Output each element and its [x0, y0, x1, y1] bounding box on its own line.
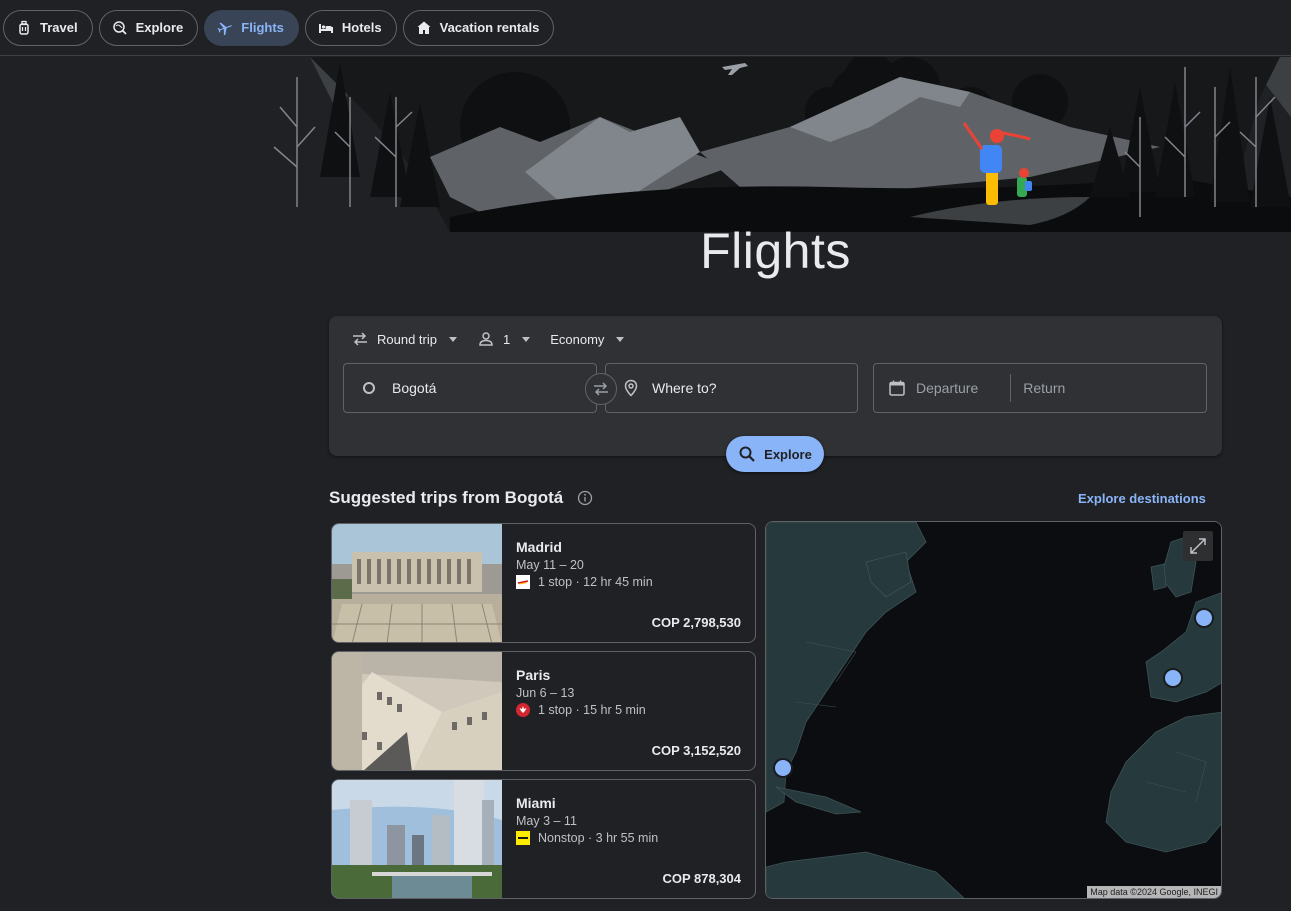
- map-pin-paris[interactable]: [1194, 608, 1214, 628]
- explore-button[interactable]: Explore: [726, 436, 824, 472]
- person-icon: [479, 332, 493, 346]
- nav-chip-vacation-rentals[interactable]: Vacation rentals: [402, 9, 555, 46]
- map-expand-button[interactable]: [1183, 531, 1213, 561]
- nav-chip-label: Vacation rentals: [439, 20, 540, 35]
- trip-city: Madrid: [516, 539, 562, 555]
- destination-photo: [332, 780, 502, 898]
- trip-flight-info: Nonstop · 3 hr 55 min: [516, 831, 755, 845]
- destination-photo: [332, 524, 502, 642]
- trip-city: Miami: [516, 795, 556, 811]
- nav-chip-hotels[interactable]: Hotels: [304, 9, 397, 46]
- expand-icon: [1190, 538, 1206, 554]
- cabin-class-select[interactable]: Economy: [550, 328, 625, 350]
- air-canada-logo-icon: [516, 703, 530, 717]
- departure-field[interactable]: Departure: [874, 364, 978, 412]
- top-navigation: Travel Explore Flights Hotels Vacation r…: [0, 0, 1291, 56]
- date-divider: [1010, 374, 1012, 402]
- house-icon: [417, 21, 431, 34]
- section-title-text: Suggested trips from Bogotá: [329, 488, 564, 507]
- trip-price: COP 878,304: [662, 871, 741, 886]
- nav-chip-label: Hotels: [341, 20, 382, 35]
- explore-button-label: Explore: [764, 446, 812, 462]
- map-pin-madrid[interactable]: [1163, 668, 1183, 688]
- travel-bag-icon: [19, 20, 29, 35]
- suggested-trips-heading: Suggested trips from Bogotá: [329, 488, 593, 508]
- bed-icon: [318, 23, 333, 33]
- calendar-icon: [889, 380, 905, 396]
- nav-chip-flights[interactable]: Flights: [204, 9, 299, 46]
- map-credit: Map data ©2024 Google, INEGI: [1087, 886, 1221, 898]
- info-icon[interactable]: [577, 490, 593, 506]
- explore-globe-icon: [112, 20, 127, 35]
- spirit-logo-icon: [516, 831, 530, 845]
- page-title: Flights: [700, 223, 851, 279]
- trip-price: COP 3,152,520: [651, 743, 741, 758]
- chevron-down-icon: [448, 336, 457, 342]
- origin-circle-icon: [363, 382, 375, 394]
- hero-illustration: [270, 57, 1291, 232]
- destination-placeholder: Where to?: [652, 380, 717, 396]
- trip-info: Madrid May 11 – 20 1 stop · 12 hr 45 min…: [502, 524, 755, 642]
- iberia-logo-icon: [516, 575, 530, 589]
- destinations-map[interactable]: Map data ©2024 Google, INEGI: [765, 521, 1222, 899]
- trip-type-value: Round trip: [377, 331, 437, 347]
- search-icon: [739, 446, 755, 462]
- trip-flight-text: 1 stop · 15 hr 5 min: [538, 703, 646, 717]
- swap-locations-button[interactable]: [585, 373, 617, 405]
- trip-card-miami[interactable]: Miami May 3 – 11 Nonstop · 3 hr 55 min C…: [331, 779, 756, 899]
- trip-city: Paris: [516, 667, 551, 683]
- return-field[interactable]: Return: [1023, 364, 1065, 412]
- trip-flight-info: 1 stop · 15 hr 5 min: [516, 703, 755, 717]
- trip-dates: May 11 – 20: [516, 558, 584, 572]
- trip-info: Paris Jun 6 – 13 1 stop · 15 hr 5 min CO…: [502, 652, 755, 770]
- trip-type-select[interactable]: Round trip: [351, 328, 457, 350]
- nav-chip-label: Flights: [241, 20, 284, 35]
- nav-chip-travel[interactable]: Travel: [3, 9, 93, 46]
- origin-input[interactable]: Bogotá: [343, 363, 597, 413]
- dates-input[interactable]: Departure Return: [873, 363, 1207, 413]
- map-canvas: [766, 522, 1221, 898]
- return-placeholder: Return: [1023, 380, 1066, 396]
- destination-photo: [332, 652, 502, 770]
- trip-flight-text: 1 stop · 12 hr 45 min: [538, 575, 653, 589]
- trip-flight-info: 1 stop · 12 hr 45 min: [516, 575, 755, 589]
- trip-price: COP 2,798,530: [651, 615, 741, 630]
- passengers-select[interactable]: 1: [477, 328, 531, 350]
- trip-card-paris[interactable]: Paris Jun 6 – 13 1 stop · 15 hr 5 min CO…: [331, 651, 756, 771]
- trip-card-madrid[interactable]: Madrid May 11 – 20 1 stop · 12 hr 45 min…: [331, 523, 756, 643]
- chevron-down-icon: [616, 336, 625, 342]
- origin-value: Bogotá: [392, 380, 437, 396]
- chevron-down-icon: [522, 336, 531, 342]
- map-pin-miami[interactable]: [773, 758, 793, 778]
- trip-flight-text: Nonstop · 3 hr 55 min: [538, 831, 659, 845]
- flight-search-form: Round trip 1 Economy Bogotá Where to? De…: [329, 316, 1222, 456]
- destination-input[interactable]: Where to?: [605, 363, 858, 413]
- search-options: Round trip 1 Economy: [343, 328, 625, 350]
- swap-arrows-icon: [353, 332, 367, 346]
- location-pin-icon: [624, 379, 638, 397]
- passengers-value: 1: [502, 331, 511, 347]
- nav-chip-label: Travel: [40, 20, 78, 35]
- cabin-class-value: Economy: [550, 331, 605, 347]
- trip-dates: May 3 – 11: [516, 814, 577, 828]
- trip-dates: Jun 6 – 13: [516, 686, 575, 700]
- trip-info: Miami May 3 – 11 Nonstop · 3 hr 55 min C…: [502, 780, 755, 898]
- nav-chip-label: Explore: [135, 20, 184, 35]
- swap-arrows-icon: [594, 382, 608, 396]
- explore-destinations-link[interactable]: Explore destinations: [1078, 491, 1206, 506]
- departure-placeholder: Departure: [916, 380, 979, 396]
- nav-chip-explore[interactable]: Explore: [98, 9, 199, 46]
- plane-icon: [217, 22, 233, 35]
